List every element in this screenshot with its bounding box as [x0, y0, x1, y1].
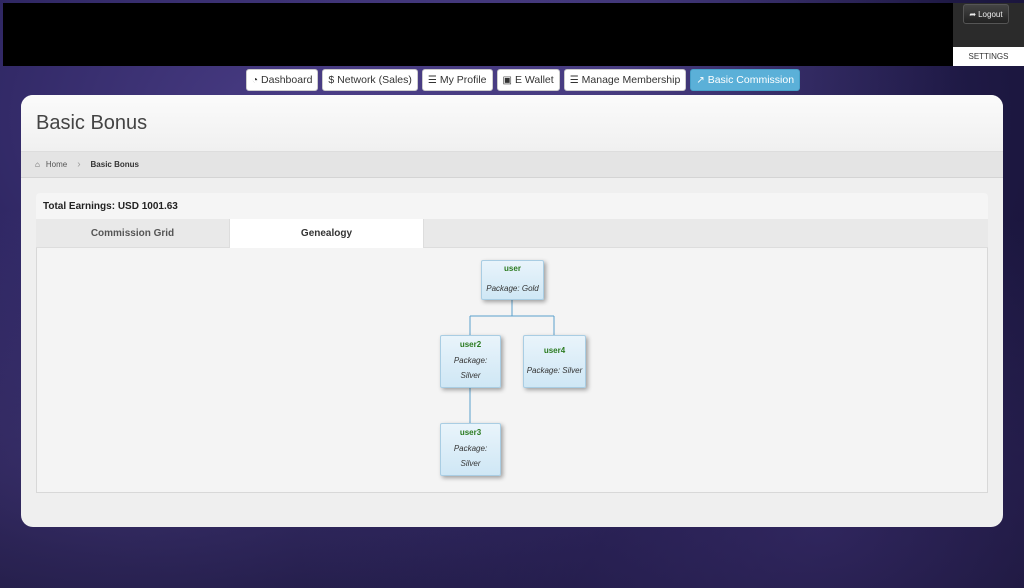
package-value: Gold: [521, 284, 539, 293]
logout-button[interactable]: ➦ Logout: [963, 4, 1009, 24]
card-header: Basic Bonus: [21, 95, 1003, 152]
total-earnings: Total Earnings: USD 1001.63: [36, 193, 988, 219]
nav-dashboard[interactable]: ◔ Dashboard: [246, 69, 319, 91]
page-title: Basic Bonus: [36, 111, 148, 134]
list-icon: ☰: [427, 74, 437, 86]
tab-bar: Commission Grid Genealogy: [36, 219, 988, 248]
breadcrumb: ⌂ Home › Basic Bonus: [21, 152, 1003, 178]
nav-e-wallet[interactable]: ▣ E Wallet: [496, 69, 560, 91]
nav-label: Basic Commission: [707, 74, 795, 86]
share-icon: ↗: [696, 74, 705, 86]
wallet-icon: ▣: [502, 74, 512, 86]
main-nav: ◔ Dashboard $ Network (Sales) ☰ My Profi…: [246, 69, 801, 91]
package-value: Silver: [562, 365, 583, 375]
tab-label: Genealogy: [300, 228, 353, 239]
package-label: Package:: [453, 444, 488, 453]
breadcrumb-current: Basic Bonus: [90, 160, 139, 169]
tab-label: Commission Grid: [90, 228, 175, 239]
node-package: Package: Silver: [527, 363, 583, 378]
logout-icon: ➦: [969, 9, 977, 19]
genealogy-node-user4[interactable]: user4 Package: Silver: [523, 335, 586, 388]
tab-genealogy[interactable]: Genealogy: [230, 219, 424, 248]
nav-label: My Profile: [439, 74, 487, 86]
genealogy-node-user2[interactable]: user2 Package: Silver: [440, 335, 501, 388]
nav-label: Manage Membership: [581, 74, 681, 86]
node-username: user: [504, 264, 521, 273]
settings-label: SETTINGS: [968, 52, 1009, 61]
node-username: user3: [459, 428, 482, 437]
logout-label: Logout: [978, 9, 1003, 19]
nav-my-profile[interactable]: ☰ My Profile: [421, 69, 493, 91]
list-icon: ☰: [569, 74, 579, 86]
content-card: Basic Bonus ⌂ Home › Basic Bonus Total E…: [21, 95, 1003, 527]
genealogy-panel: user Package: Gold user2 Package: Silver…: [36, 248, 988, 493]
nav-manage-membership[interactable]: ☰ Manage Membership: [563, 69, 687, 91]
dashboard-icon: ◔: [252, 74, 259, 86]
nav-basic-commission[interactable]: ↗ Basic Commission: [690, 69, 801, 91]
package-label: Package:: [453, 356, 488, 365]
tab-commission-grid[interactable]: Commission Grid: [36, 219, 230, 248]
settings-link[interactable]: SETTINGS: [953, 47, 1024, 66]
nav-label: Dashboard: [261, 74, 313, 86]
node-username: user2: [459, 340, 482, 349]
nav-label: $ Network (Sales): [328, 74, 412, 86]
nav-label: E Wallet: [514, 74, 554, 86]
home-icon: ⌂: [35, 160, 40, 169]
package-label: Package:: [486, 284, 520, 293]
chevron-right-icon: ›: [77, 159, 81, 170]
node-username: user4: [543, 345, 566, 355]
header-banner: [3, 3, 953, 66]
package-value: Silver: [460, 371, 481, 380]
package-label: Package:: [526, 365, 561, 375]
package-value: Silver: [460, 459, 481, 468]
breadcrumb-home[interactable]: Home: [46, 160, 67, 169]
node-package: Package: Gold: [486, 281, 539, 296]
genealogy-node-user3[interactable]: user3 Package: Silver: [440, 423, 501, 476]
genealogy-node-user[interactable]: user Package: Gold: [481, 260, 544, 300]
nav-network-sales[interactable]: $ Network (Sales): [322, 69, 418, 91]
